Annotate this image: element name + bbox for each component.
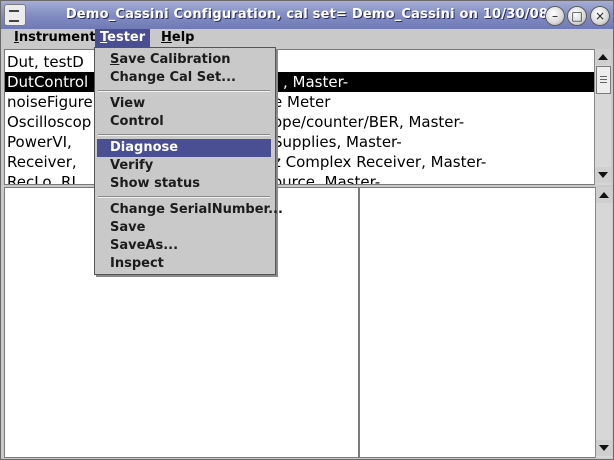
list-item-detail: Supplies, Master- <box>273 133 402 151</box>
list-item-name: PowerVI, <box>7 133 72 151</box>
list-item-name: Receiver, <box>7 153 77 171</box>
menu-instrument[interactable]: Instrument <box>9 29 101 47</box>
window-title: Demo_Cassini Configuration, cal set= Dem… <box>65 7 549 22</box>
menu-item-save[interactable]: Save <box>97 219 271 237</box>
menu-instrument-label: nstrument <box>18 30 96 45</box>
detail-scrollbar[interactable] <box>595 187 612 458</box>
list-item-detail: z Complex Receiver, Master- <box>273 153 487 171</box>
list-item-name: Dut, testD <box>7 53 84 71</box>
menu-item-view[interactable]: View <box>97 95 271 113</box>
scroll-down-button[interactable] <box>596 440 612 456</box>
scroll-down-button[interactable] <box>595 167 611 183</box>
right-detail-pane[interactable] <box>359 187 597 458</box>
menu-help-mnemonic: H <box>161 30 172 45</box>
menu-separator <box>98 196 270 198</box>
close-button[interactable]: × <box>590 6 610 26</box>
menu-item-change-cal-set[interactable]: Change Cal Set... <box>97 69 271 87</box>
list-item-detail: , Master- <box>283 73 349 91</box>
menu-bar: Instrument Tester Help <box>1 29 613 47</box>
list-item-detail: ope/counter/BER, Master- <box>273 113 465 131</box>
scroll-thumb[interactable] <box>596 66 611 94</box>
arrow-up-icon <box>599 192 609 198</box>
list-item-detail: ource, Master- <box>273 173 381 185</box>
tester-menu: Save Calibration Change Cal Set... View … <box>94 47 283 275</box>
menu-help[interactable]: Help <box>156 29 199 47</box>
menu-item-change-serial-number[interactable]: Change SerialNumber... <box>97 201 283 219</box>
list-item-name: DutControl <box>7 73 89 91</box>
mnemonic: S <box>110 52 120 67</box>
menu-separator <box>98 134 270 136</box>
label: ave Calibration <box>119 52 231 67</box>
menu-item-show-status[interactable]: Show status <box>97 175 271 193</box>
arrow-down-icon <box>598 172 608 178</box>
list-scrollbar[interactable] <box>594 49 611 185</box>
title-bar[interactable]: Demo_Cassini Configuration, cal set= Dem… <box>1 1 613 30</box>
list-item-name: Oscilloscop <box>7 113 92 131</box>
menu-item-save-calibration[interactable]: Save Calibration <box>97 51 271 69</box>
menu-item-diagnose[interactable]: Diagnose <box>97 139 271 157</box>
menu-tester[interactable]: Tester <box>95 29 151 47</box>
maximize-button[interactable]: □ <box>567 6 587 26</box>
menu-item-control[interactable]: Control <box>97 113 271 131</box>
menu-separator <box>98 90 270 92</box>
main-window: Demo_Cassini Configuration, cal set= Dem… <box>0 0 614 460</box>
minimize-button[interactable]: – <box>545 6 565 26</box>
menu-item-save-as[interactable]: SaveAs... <box>97 237 271 255</box>
scroll-up-button[interactable] <box>595 49 611 65</box>
arrow-down-icon <box>599 445 609 451</box>
scroll-up-button[interactable] <box>596 187 612 203</box>
menu-help-label: elp <box>171 30 195 45</box>
list-item-name: noiseFigure <box>7 93 93 111</box>
list-item-name: RecLo, RI <box>7 173 76 185</box>
menu-tester-label: ester <box>107 30 146 45</box>
menu-item-verify[interactable]: Verify <box>97 157 271 175</box>
arrow-up-icon <box>598 54 608 60</box>
list-item-detail: e Meter <box>273 93 331 111</box>
menu-item-inspect[interactable]: Inspect <box>97 255 271 273</box>
